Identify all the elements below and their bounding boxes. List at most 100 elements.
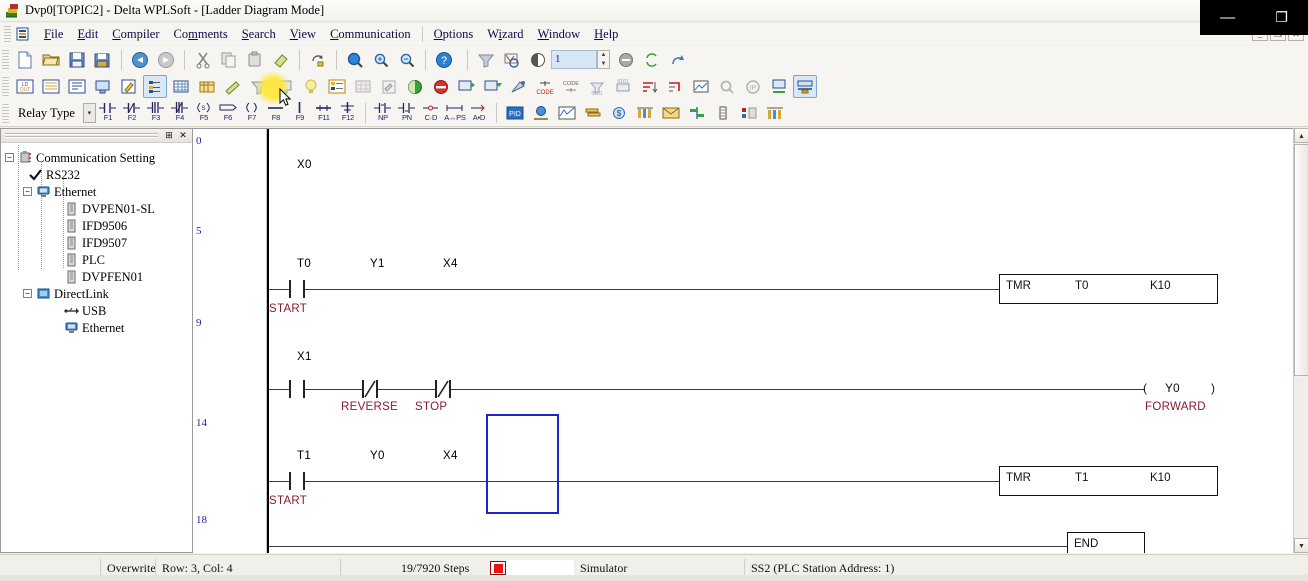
ladder-active-icon[interactable] — [793, 75, 817, 98]
output-coil-icon[interactable]: F7 — [241, 102, 263, 125]
tree-item-directlink[interactable]: − DirectLink — [5, 285, 192, 302]
zoom-in-icon[interactable] — [369, 48, 393, 71]
menu-item-search[interactable]: Search — [235, 25, 283, 44]
tree-expander[interactable]: − — [23, 289, 32, 298]
no-contact-icon[interactable]: F1 — [97, 102, 119, 125]
network-pc-icon[interactable] — [767, 75, 791, 98]
tree-item-dvpen01-sl[interactable]: DVPEN01-SL — [5, 200, 192, 217]
save-all-icon[interactable] — [91, 48, 115, 71]
copy-pages-icon[interactable] — [217, 48, 241, 71]
ladder-highlight-icon[interactable] — [325, 75, 349, 98]
zoom-out-icon[interactable] — [395, 48, 419, 71]
zoom-spinner[interactable]: ▲ ▼ — [597, 50, 610, 69]
pc-to-plc-icon[interactable] — [455, 75, 479, 98]
dollar-circle-icon[interactable]: $ — [607, 102, 631, 125]
falling-edge-icon[interactable]: PN — [396, 102, 418, 125]
flow-lines-icon[interactable] — [663, 75, 687, 98]
application-inst-icon[interactable]: F6 — [217, 102, 239, 125]
tree-item-rs232[interactable]: RS232 — [5, 166, 192, 183]
device-monitor-icon[interactable] — [143, 75, 167, 98]
eraser-icon[interactable] — [269, 48, 293, 71]
stop-circle-icon[interactable] — [429, 75, 453, 98]
monitor-pc-icon[interactable] — [91, 75, 115, 98]
ladder-out-icon[interactable]: LD OUT — [13, 75, 37, 98]
thermometer-icon[interactable] — [711, 102, 735, 125]
menu-item-communication[interactable]: Communication — [323, 25, 418, 44]
overlay-maximize-icon[interactable]: ❐ — [1275, 9, 1288, 26]
tree-item-dvpfen01[interactable]: DVPFEN01 — [5, 268, 192, 285]
register-table-icon[interactable] — [169, 75, 193, 98]
menu-item-options[interactable]: Options — [427, 25, 481, 44]
paste-clipboard-icon[interactable] — [243, 48, 267, 71]
undo-arrow-icon[interactable] — [128, 48, 152, 71]
code-compare-icon[interactable]: 0101 — [611, 75, 635, 98]
no-parallel-icon[interactable]: F3 — [145, 101, 167, 125]
close-icon[interactable]: ✕ — [176, 130, 190, 142]
waveform-icon[interactable] — [555, 102, 579, 125]
scroll-track[interactable] — [1294, 377, 1308, 537]
open-folder-icon[interactable] — [39, 48, 63, 71]
menu-grip-handle[interactable] — [4, 26, 11, 42]
ladder-diagram-canvas[interactable]: 0 5 9 14 18 X0 START TMR T0 K10 T0 Y1 X4… — [193, 128, 1294, 553]
tree-item-directlink-ethernet[interactable]: Ethernet — [5, 319, 192, 336]
tree-item-usb[interactable]: USB — [5, 302, 192, 319]
function-block-tmr[interactable]: TMR T0 K10 — [999, 274, 1218, 304]
menu-item-file[interactable]: File — [37, 25, 70, 44]
save-disk-icon[interactable] — [65, 48, 89, 71]
rising-edge-icon[interactable]: NP — [372, 102, 394, 125]
nc-parallel-icon[interactable]: F4 — [169, 101, 191, 125]
search-gray-icon[interactable] — [715, 75, 739, 98]
set-coil-icon[interactable]: S F5 — [193, 102, 215, 125]
function-block-end[interactable]: END — [1067, 532, 1145, 553]
doc-edit-icon[interactable] — [377, 75, 401, 98]
nc-contact-icon[interactable]: F2 — [121, 102, 143, 125]
mail-icon[interactable] — [659, 102, 683, 125]
help-question-icon[interactable]: ? — [432, 48, 456, 71]
redo-arrow-icon[interactable] — [154, 48, 178, 71]
edit-pencil-icon[interactable] — [117, 75, 141, 98]
columns-icon[interactable] — [633, 102, 657, 125]
image-chart-icon[interactable] — [689, 75, 713, 98]
no-contact[interactable] — [289, 280, 305, 298]
nc-contact[interactable] — [362, 380, 378, 398]
contrast-circle-icon[interactable] — [526, 48, 550, 71]
sort-lines-icon[interactable] — [637, 75, 661, 98]
gantt-icon[interactable] — [685, 102, 709, 125]
refresh-lock-icon[interactable] — [306, 48, 330, 71]
satellite-icon[interactable] — [507, 75, 531, 98]
pid-icon[interactable]: PID — [503, 102, 527, 125]
bar-chart-icon[interactable] — [763, 102, 787, 125]
tree-item-plc[interactable]: PLC — [5, 251, 192, 268]
menu-item-window[interactable]: Window — [531, 25, 588, 44]
overlay-minimize-icon[interactable]: — — [1220, 9, 1235, 26]
calendar-table-icon[interactable] — [195, 75, 219, 98]
scroll-thumb[interactable] — [1294, 144, 1308, 376]
tree-expander[interactable]: − — [5, 153, 14, 162]
menu-item-wizard[interactable]: Wizard — [480, 25, 530, 44]
plc-to-pc-icon[interactable] — [481, 75, 505, 98]
grid-gray-icon[interactable] — [351, 75, 375, 98]
redo-curve-icon[interactable] — [666, 48, 690, 71]
toolbar-grip-standard[interactable] — [2, 50, 9, 69]
tree-item-ifd9507[interactable]: IFD9507 — [5, 234, 192, 251]
vertical-line-icon[interactable]: F9 — [289, 101, 311, 125]
toolbar-grip-relay[interactable] — [2, 103, 9, 123]
tree-item-communication-setting[interactable]: − Communication Setting — [5, 149, 192, 166]
print-preview-icon[interactable] — [500, 48, 524, 71]
output-coil[interactable]: ( — [1143, 381, 1147, 395]
bulb-icon[interactable] — [299, 75, 323, 98]
selection-cursor[interactable] — [486, 414, 559, 514]
ladder-convert-icon[interactable] — [39, 75, 63, 98]
tree-expander[interactable]: − — [23, 187, 32, 196]
funnel-icon[interactable] — [474, 48, 498, 71]
delete-vline-icon[interactable]: F12 — [337, 101, 359, 125]
ip-gray-icon[interactable]: IP — [741, 75, 765, 98]
code-download-icon[interactable]: 0101 — [585, 75, 609, 98]
color-blocks-icon[interactable] — [737, 102, 761, 125]
stack-icon[interactable] — [581, 102, 605, 125]
tree-item-ifd9506[interactable]: IFD9506 — [5, 217, 192, 234]
menu-item-comments[interactable]: Comments — [167, 25, 235, 44]
run-circle-icon[interactable] — [403, 75, 427, 98]
cut-scissors-icon[interactable] — [191, 48, 215, 71]
menu-item-compiler[interactable]: Compiler — [105, 25, 166, 44]
